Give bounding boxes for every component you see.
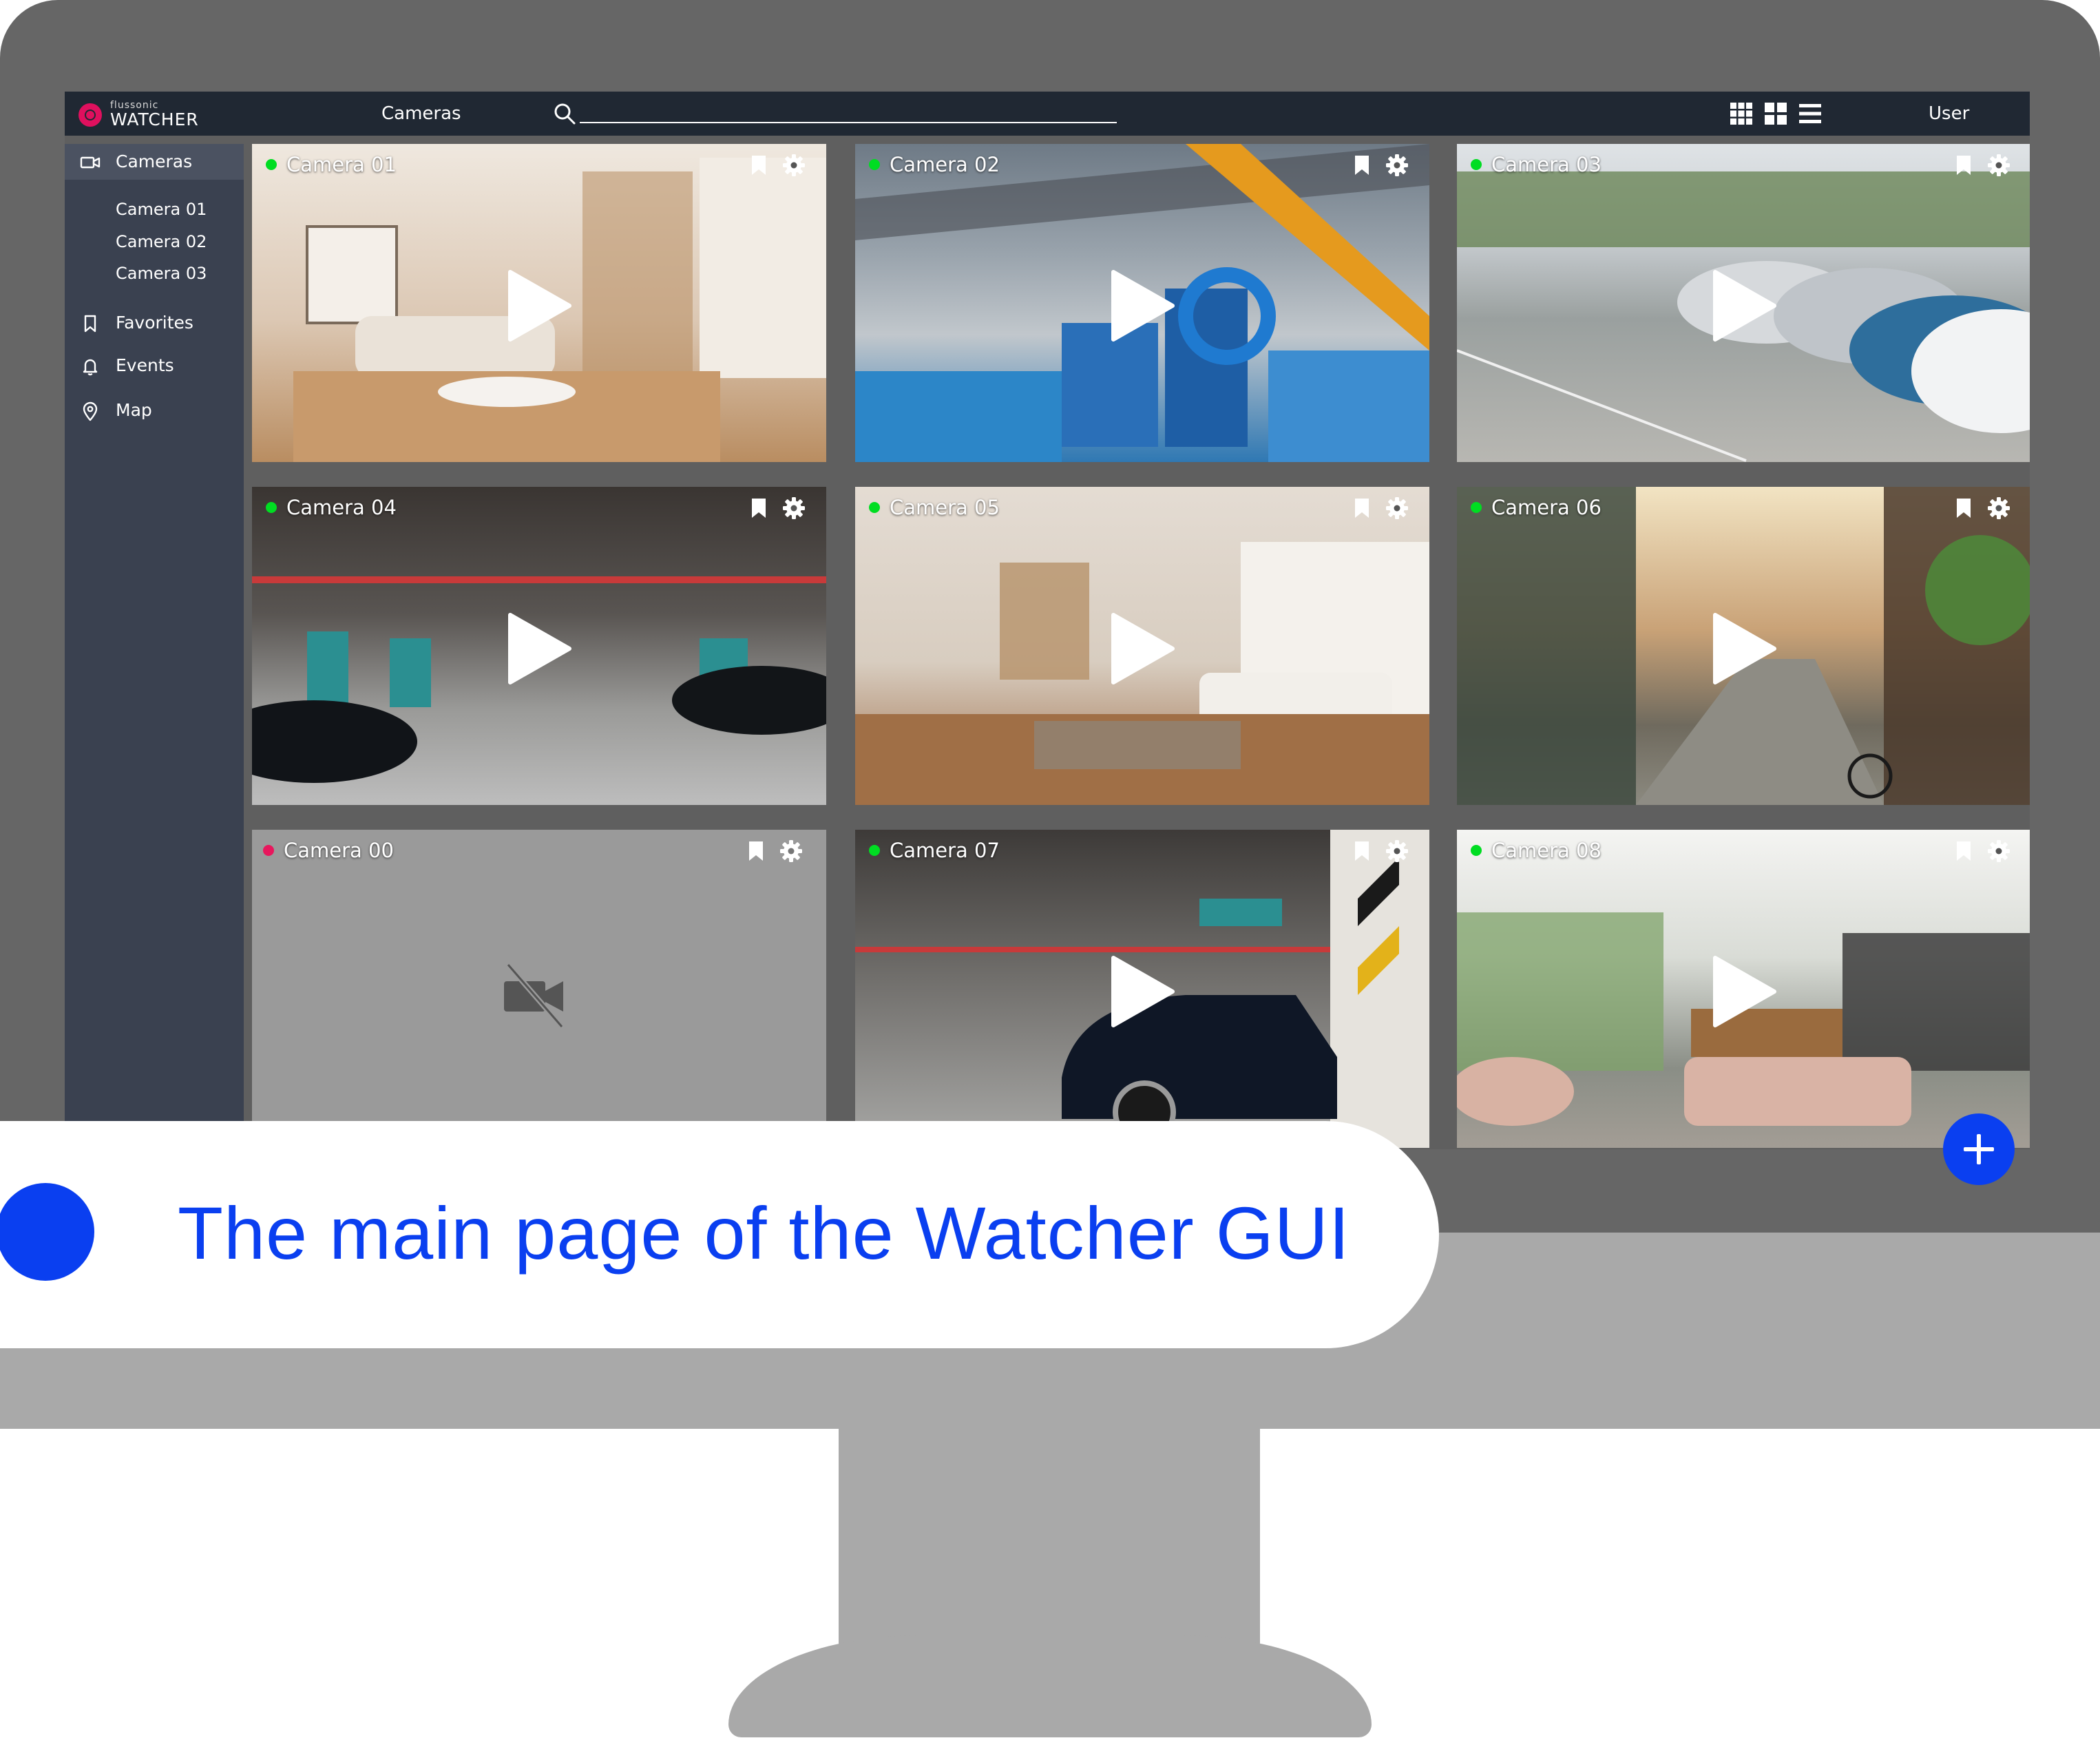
bookmark-icon[interactable] (1354, 155, 1370, 176)
play-icon[interactable] (1710, 268, 1778, 344)
status-dot (266, 159, 277, 170)
search-input[interactable] (580, 122, 1117, 123)
play-icon[interactable] (1710, 611, 1778, 687)
monitor-stand-base (728, 1635, 1372, 1737)
camera-name: Camera 04 (286, 496, 397, 519)
status-dot (1471, 159, 1482, 170)
sidebar-item-events[interactable]: Events (65, 348, 244, 384)
sidebar-item-favorites[interactable]: Favorites (65, 305, 244, 341)
grid-large-icon[interactable] (1730, 102, 1753, 125)
gear-icon[interactable] (1385, 496, 1409, 520)
watcher-logo[interactable]: flussonic WATCHER (78, 100, 244, 129)
status-dot (266, 502, 277, 513)
status-dot (263, 845, 274, 856)
sidebar-subitem-camera[interactable]: Camera 01 (116, 200, 207, 219)
sidebar-item-label: Favorites (116, 313, 193, 333)
gear-icon[interactable] (1385, 839, 1409, 863)
sidebar-item-map[interactable]: Map (65, 392, 244, 428)
gear-icon[interactable] (782, 496, 806, 520)
sidebar-item-cameras[interactable]: Cameras (65, 144, 244, 180)
bookmark-icon[interactable] (1354, 498, 1370, 519)
bookmark-icon[interactable] (750, 498, 767, 519)
bell-icon (83, 359, 98, 376)
camera-tile[interactable]: Camera 05 (855, 487, 1429, 805)
bookmark-icon[interactable] (1955, 841, 1972, 861)
camera-name: Camera 06 (1491, 496, 1602, 519)
sidebar: Cameras Camera 01 Camera 02 Camera 03 Fa… (65, 144, 244, 1149)
play-icon[interactable] (1108, 611, 1177, 687)
gear-icon[interactable] (782, 154, 806, 177)
app-screen: flussonic WATCHER Cameras User Cameras C… (65, 92, 2030, 1149)
sidebar-item-label: Cameras (116, 151, 193, 171)
camera-tile[interactable]: Camera 04 (252, 487, 826, 805)
sidebar-item-label: Events (116, 355, 174, 375)
play-icon[interactable] (1108, 954, 1177, 1029)
bookmark-icon[interactable] (1354, 841, 1370, 861)
camera-tile[interactable]: Camera 02 (855, 144, 1429, 462)
camera-name: Camera 05 (890, 496, 1000, 519)
monitor-stand (839, 1429, 1260, 1656)
camera-name: Camera 08 (1491, 839, 1602, 862)
bookmark-icon[interactable] (750, 155, 767, 176)
bookmark-icon (84, 315, 96, 333)
gear-icon[interactable] (779, 839, 803, 863)
sidebar-subitem-camera[interactable]: Camera 03 (116, 264, 207, 283)
camera-off-icon (504, 963, 565, 1029)
bookmark-icon[interactable] (1955, 498, 1972, 519)
grid-small-icon[interactable] (1764, 102, 1787, 125)
camera-tile[interactable]: Camera 03 (1457, 144, 2030, 462)
bookmark-icon[interactable] (1955, 155, 1972, 176)
top-bar: flussonic WATCHER Cameras User (65, 92, 2030, 136)
page-title: Cameras (381, 103, 461, 124)
camera-tile[interactable]: Camera 01 (252, 144, 826, 462)
camera-name: Camera 07 (890, 839, 1000, 862)
caption-banner: The main page of the Watcher GUI (0, 1121, 1439, 1348)
gear-icon[interactable] (1385, 154, 1409, 177)
search-icon[interactable] (552, 101, 577, 126)
logo-icon (78, 103, 102, 127)
camera-name: Camera 00 (284, 839, 394, 862)
camera-name: Camera 02 (890, 153, 1000, 176)
gear-icon[interactable] (1987, 154, 2010, 177)
logo-product: WATCHER (110, 109, 199, 129)
bookmark-icon[interactable] (748, 841, 764, 861)
sidebar-subitem-camera[interactable]: Camera 02 (116, 232, 207, 251)
camera-tile[interactable]: Camera 06 (1457, 487, 2030, 805)
play-icon[interactable] (505, 268, 574, 344)
status-dot (1471, 502, 1482, 513)
camera-tile-offline[interactable]: Camera 00 (252, 830, 826, 1148)
play-icon[interactable] (1710, 954, 1778, 1029)
play-icon[interactable] (1108, 268, 1177, 344)
camera-name: Camera 03 (1491, 153, 1602, 176)
gear-icon[interactable] (1987, 839, 2010, 863)
user-menu[interactable]: User (1929, 103, 1969, 124)
camera-tile[interactable]: Camera 08 (1457, 830, 2030, 1148)
add-camera-button[interactable] (1943, 1113, 2015, 1185)
camera-name: Camera 01 (286, 153, 397, 176)
status-dot (869, 159, 880, 170)
status-dot (869, 502, 880, 513)
list-view-icon[interactable] (1798, 102, 1822, 125)
play-icon[interactable] (505, 611, 574, 687)
status-dot (869, 845, 880, 856)
video-camera-icon (80, 156, 101, 169)
map-pin-icon (83, 401, 98, 421)
sidebar-item-label: Map (116, 400, 152, 420)
status-dot (1471, 845, 1482, 856)
camera-tile[interactable]: Camera 07 (855, 830, 1429, 1148)
caption-bullet (0, 1183, 94, 1281)
caption-text: The main page of the Watcher GUI (178, 1191, 1350, 1275)
gear-icon[interactable] (1987, 496, 2010, 520)
